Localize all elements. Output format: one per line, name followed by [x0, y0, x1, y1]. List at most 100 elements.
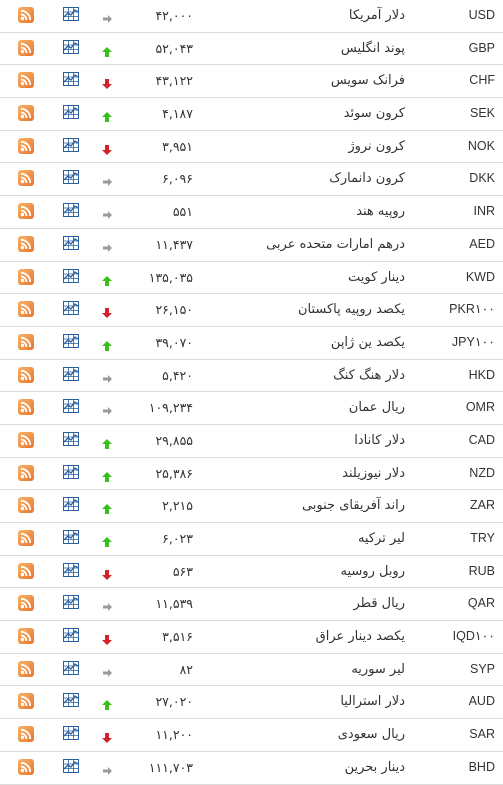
- rss-feed-icon[interactable]: [18, 497, 34, 514]
- trend-up-arrow-icon: [101, 435, 113, 449]
- rate-row: SAR ریال سعودی ۱۱,۲۰۰: [0, 719, 503, 752]
- chart-icon[interactable]: [63, 137, 79, 152]
- chart-icon[interactable]: [63, 496, 79, 512]
- rss-feed-icon[interactable]: [18, 105, 34, 122]
- trend-up-arrow-icon: [101, 696, 113, 711]
- currency-name: فرانک سویس: [330, 73, 405, 89]
- chart-icon[interactable]: [63, 202, 79, 218]
- rss-feed-icon[interactable]: [18, 203, 34, 220]
- rss-feed-icon[interactable]: [18, 660, 34, 677]
- chart-icon[interactable]: [63, 39, 79, 54]
- chart-icon[interactable]: [63, 398, 79, 414]
- chart-icon[interactable]: [63, 268, 79, 283]
- currency-code: IQD۱۰۰: [452, 629, 495, 644]
- currency-code: AED: [469, 236, 495, 251]
- chart-icon[interactable]: [63, 529, 79, 544]
- rate-row: PKR۱۰۰ یکصد روپیه پاکستان ۲۶,۱۵۰: [0, 294, 503, 327]
- chart-icon[interactable]: [63, 431, 79, 446]
- chart-icon[interactable]: [63, 562, 79, 577]
- chart-icon[interactable]: [63, 725, 79, 741]
- rate-value: ۲۹,۸۵۵: [155, 432, 193, 448]
- chart-icon[interactable]: [63, 464, 79, 479]
- currency-code: BHD: [468, 759, 495, 774]
- rate-row: CAD دلار کانادا ۲۹,۸۵۵: [0, 425, 503, 458]
- rss-feed-icon[interactable]: [18, 595, 34, 612]
- chart-icon[interactable]: [63, 235, 79, 250]
- rss-feed-icon[interactable]: [18, 72, 34, 89]
- rss-feed-icon[interactable]: [18, 333, 34, 350]
- trend-down-arrow-icon: [101, 729, 113, 744]
- rate-row: USD دلار آمریکا ۴۲,۰۰۰: [0, 0, 503, 33]
- rss-feed-icon[interactable]: [18, 693, 34, 710]
- rate-value: ۵۶۳: [172, 563, 193, 579]
- rss-feed-icon[interactable]: [18, 758, 34, 775]
- currency-name: دلار هنگ کنگ: [333, 367, 405, 383]
- rate-row: BHD دینار بحرین ۱۱۱,۷۰۳: [0, 752, 503, 785]
- trend-same-arrow-icon: [101, 664, 113, 677]
- rate-row: IQD۱۰۰ یکصد دینار عراق ۳,۵۱۶: [0, 621, 503, 654]
- rate-value: ۵۵۱: [172, 204, 193, 220]
- rss-feed-icon[interactable]: [18, 7, 34, 23]
- rate-row: DKK کرون دانمارک ۶,۰۹۶: [0, 163, 503, 197]
- rss-feed-icon[interactable]: [18, 235, 34, 252]
- rss-feed-icon[interactable]: [18, 431, 34, 448]
- rate-row: SEK کرون سوئد ۴,۱۸۷: [0, 98, 503, 131]
- rate-value: ۴۲,۰۰۰: [155, 8, 193, 23]
- rss-feed-icon[interactable]: [18, 726, 34, 743]
- chart-icon[interactable]: [63, 300, 79, 316]
- rss-feed-icon[interactable]: [18, 628, 34, 645]
- currency-code: OMR: [465, 400, 495, 415]
- currency-code: SYP: [469, 661, 495, 676]
- trend-up-arrow-icon: [101, 500, 113, 515]
- currency-code: KWD: [465, 269, 495, 284]
- chart-icon[interactable]: [63, 594, 79, 610]
- chart-icon[interactable]: [63, 71, 79, 87]
- chart-icon[interactable]: [63, 660, 79, 675]
- rate-value: ۴۳,۱۲۲: [155, 73, 193, 89]
- currency-name: کرون دانمارک: [329, 171, 405, 187]
- rss-feed-icon[interactable]: [18, 562, 34, 579]
- chart-icon[interactable]: [63, 627, 79, 643]
- rss-feed-icon[interactable]: [18, 170, 34, 187]
- rss-feed-icon[interactable]: [18, 268, 34, 285]
- currency-name: ریال عمان: [348, 400, 405, 416]
- currency-code: NZD: [469, 465, 495, 480]
- trend-same-arrow-icon: [101, 10, 113, 23]
- chart-icon[interactable]: [63, 366, 79, 381]
- rss-feed-icon[interactable]: [18, 137, 34, 154]
- rss-feed-icon[interactable]: [18, 39, 34, 56]
- trend-up-arrow-icon: [101, 108, 113, 123]
- rss-feed-icon[interactable]: [18, 464, 34, 481]
- chart-icon[interactable]: [63, 6, 79, 21]
- rss-feed-icon[interactable]: [18, 366, 34, 383]
- rate-value: ۱۱۱,۷۰۳: [148, 759, 193, 775]
- currency-name: لیر ترکیه: [357, 531, 405, 546]
- currency-name: یکصد دینار عراق: [315, 629, 405, 645]
- currency-rates-table: USD دلار آمریکا ۴۲,۰۰۰ GBP پوند انگلیس ۵…: [0, 0, 503, 785]
- rate-value: ۲,۲۱۵: [162, 498, 193, 514]
- rate-row: INR روپیه هند ۵۵۱: [0, 196, 503, 229]
- chart-icon[interactable]: [63, 758, 79, 773]
- rate-row: SYP لیر سوریه ۸۲: [0, 654, 503, 687]
- rate-value: ۱۳۵,۰۳۵: [148, 269, 193, 285]
- trend-same-arrow-icon: [101, 762, 113, 775]
- currency-code: RUB: [468, 563, 495, 578]
- rate-value: ۴,۱۸۷: [162, 106, 193, 122]
- rate-row: HKD دلار هنگ کنگ ۵,۴۲۰: [0, 360, 503, 393]
- currency-name: یکصد روپیه پاکستان: [297, 302, 405, 318]
- chart-icon[interactable]: [63, 333, 79, 348]
- rss-feed-icon[interactable]: [18, 530, 34, 546]
- rss-feed-icon[interactable]: [18, 301, 34, 318]
- currency-name: پوند انگلیس: [340, 40, 405, 56]
- currency-name: ریال سعودی: [337, 727, 405, 743]
- rate-row: NZD دلار نیوزیلند ۲۵,۳۸۶: [0, 458, 503, 491]
- chart-icon[interactable]: [63, 104, 79, 120]
- chart-icon[interactable]: [63, 169, 79, 185]
- rate-value: ۳,۵۱۶: [162, 629, 193, 645]
- chart-icon[interactable]: [63, 692, 79, 708]
- rss-feed-icon[interactable]: [18, 399, 34, 416]
- rate-row: CHF فرانک سویس ۴۳,۱۲۲: [0, 65, 503, 99]
- rate-row: OMR ریال عمان ۱۰۹,۲۳۴: [0, 392, 503, 425]
- trend-down-arrow-icon: [101, 304, 113, 319]
- rate-row: GBP پوند انگلیس ۵۲,۰۴۳: [0, 33, 503, 66]
